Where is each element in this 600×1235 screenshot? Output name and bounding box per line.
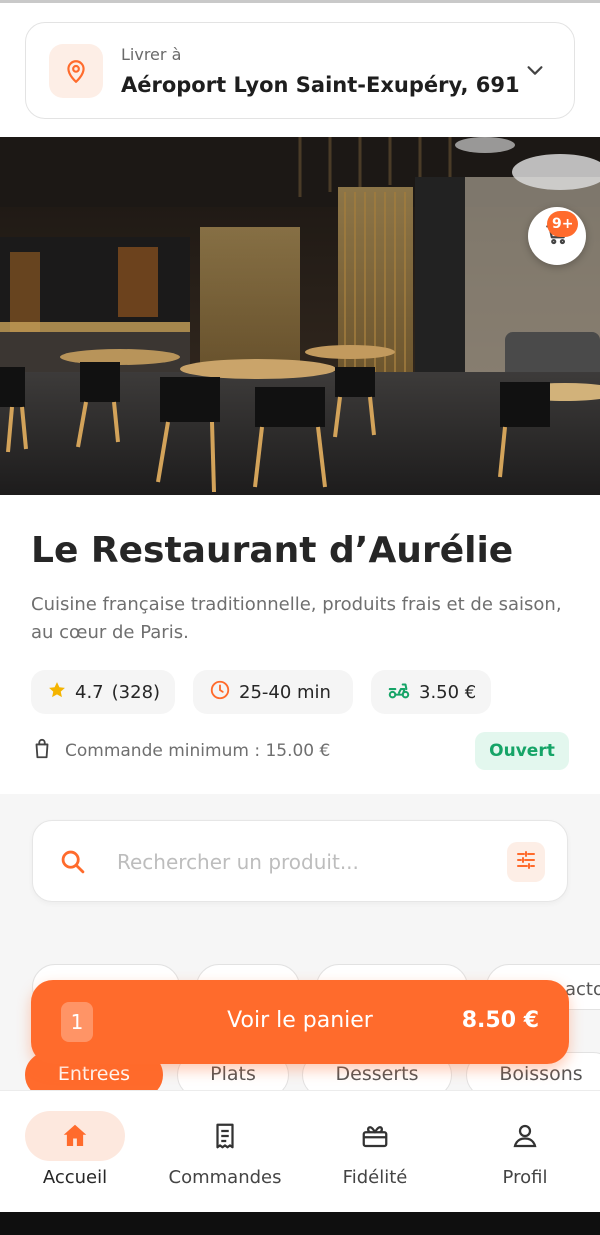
restaurant-description: Cuisine française traditionnelle, produi… [31,594,562,643]
scooter-icon [387,679,411,706]
tab-profil[interactable]: Profil [450,1091,600,1213]
sliders-icon [514,848,538,876]
shopping-bag-icon [31,738,53,765]
delivery-time: 25-40 min [239,681,331,703]
delivery-fee: 3.50 € [419,681,477,703]
home-icon [25,1111,125,1161]
tab-fidelite[interactable]: Fidélité [300,1091,450,1213]
rating-value: 4.7 [75,681,104,703]
open-status-badge: Ouvert [475,732,569,770]
chevron-down-icon[interactable] [524,59,546,85]
restaurant-name: Le Restaurant d’Aurélie [31,530,514,571]
restaurant-hero-image [0,137,600,495]
bottom-navigation: Accueil Commandes Fidélité Profil [0,1090,600,1212]
status-divider [0,0,600,3]
cart-total: 8.50 € [461,1008,539,1033]
system-navigation-bar [0,1212,600,1235]
delivery-fee-chip: 3.50 € [371,670,491,714]
gift-icon [325,1111,425,1161]
clock-icon [209,679,231,706]
deliver-to-label: Livrer à [121,45,182,64]
delivery-time-chip: 25-40 min [193,670,353,714]
search-icon [59,848,87,880]
user-icon [475,1111,575,1161]
view-cart-button[interactable]: 1 Voir le panier 8.50 € [31,980,569,1064]
star-icon [47,680,67,705]
cart-badge: 9+ [547,211,579,237]
minimum-order-row: Commande minimum : 15.00 € [31,735,330,767]
search-input[interactable] [117,843,497,881]
tab-label: Accueil [42,1167,108,1188]
tab-accueil[interactable]: Accueil [0,1091,150,1213]
delivery-address: Aéroport Lyon Saint-Exupéry, 6912... [121,73,521,97]
delivery-address-selector[interactable]: Livrer à Aéroport Lyon Saint-Exupéry, 69… [25,22,575,119]
map-pin-icon [49,44,103,98]
filter-button[interactable] [507,842,545,882]
tab-commandes[interactable]: Commandes [150,1091,300,1213]
tab-label: Profil [502,1167,548,1188]
minimum-order-text: Commande minimum : 15.00 € [65,741,331,761]
review-count: (328) [111,681,161,703]
search-bar[interactable] [32,820,568,902]
receipt-icon [175,1111,275,1161]
tab-label: Fidélité [342,1167,408,1188]
tab-label: Commandes [168,1167,282,1188]
rating-chip: 4.7 (328) [31,670,175,714]
